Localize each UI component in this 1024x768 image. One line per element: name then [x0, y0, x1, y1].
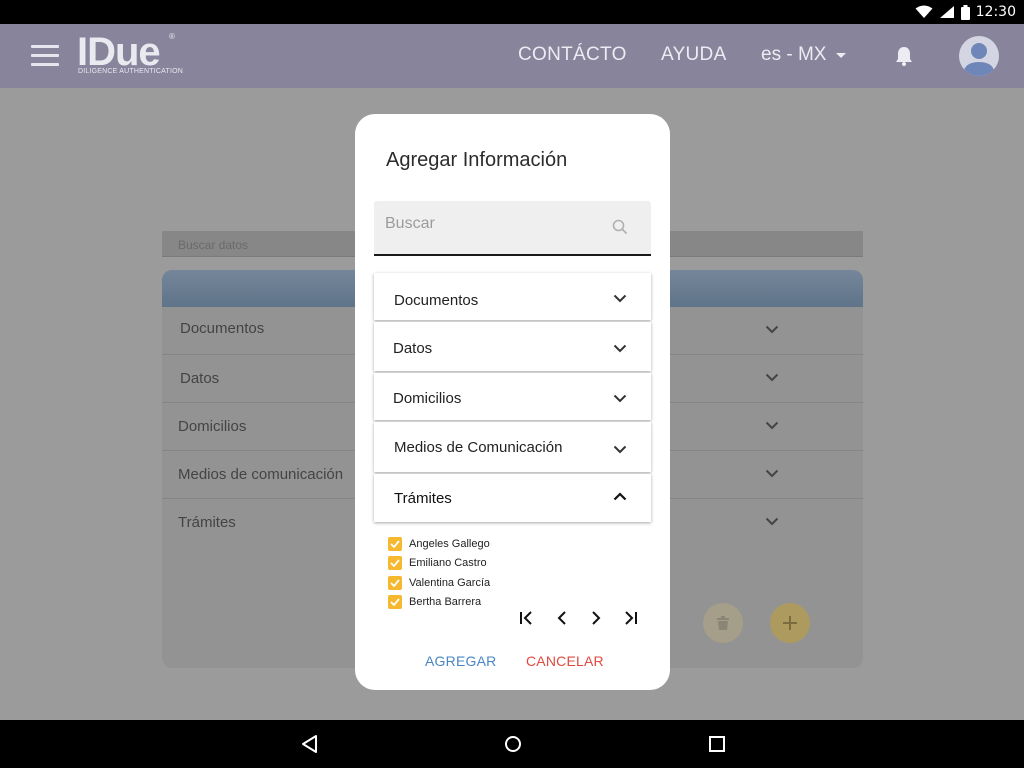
list-item-label: Emiliano Castro [409, 557, 487, 570]
section-datos[interactable]: Datos [374, 322, 651, 371]
list-item-label: Angeles Gallego [409, 537, 490, 550]
checkbox-checked[interactable] [388, 536, 402, 551]
search-input[interactable] [385, 212, 605, 236]
search-icon[interactable] [612, 219, 628, 235]
language-selector[interactable]: es - MX [761, 44, 847, 66]
avatar-icon[interactable] [959, 36, 999, 76]
background-row-label: Domicilios [178, 418, 247, 435]
dialog-title: Agregar Información [386, 149, 568, 171]
clock: 12:30 [975, 4, 1016, 20]
pagination [515, 610, 645, 630]
chevron-up-icon[interactable] [613, 492, 627, 501]
list-item-label: Valentina García [409, 576, 491, 589]
chevron-down-icon [765, 373, 779, 382]
chevron-down-icon[interactable] [613, 394, 627, 403]
last-page-icon[interactable] [622, 610, 638, 626]
list-item-label: Bertha Barrera [409, 596, 482, 609]
nav-link-help[interactable]: AYUDA [661, 44, 727, 66]
section-label: Medios de Comunicación [394, 439, 563, 456]
section-documentos[interactable]: Documentos [374, 273, 651, 320]
tramites-item-list: Angeles Gallego Emiliano Castro Valentin… [388, 534, 490, 612]
checkbox-checked[interactable] [388, 556, 402, 571]
section-label: Documentos [394, 292, 479, 309]
list-item[interactable]: Valentina García [388, 573, 490, 593]
check-icon [390, 579, 400, 587]
chevron-down-icon [836, 52, 847, 58]
section-label: Domicilios [393, 390, 462, 407]
recents-icon[interactable] [707, 734, 727, 754]
wifi-icon [915, 5, 933, 18]
status-bar: 12:30 [0, 0, 1024, 24]
checkbox-checked[interactable] [388, 575, 402, 590]
list-item[interactable]: Emiliano Castro [388, 554, 490, 574]
section-medios-de-comunicacion[interactable]: Medios de Comunicación [374, 422, 651, 472]
section-domicilios[interactable]: Domicilios [374, 373, 651, 420]
background-row-label: Medios de comunicación [178, 466, 344, 483]
app-bar: IDue ® DILIGENCE AUTHENTICATION CONTÁCTO… [0, 24, 1024, 88]
battery-icon [960, 4, 970, 20]
add-button[interactable]: AGREGAR [425, 653, 496, 669]
section-label: Trámites [394, 490, 452, 507]
next-page-icon[interactable] [589, 610, 603, 626]
chevron-down-icon[interactable] [613, 344, 627, 353]
logo: IDue ® DILIGENCE AUTHENTICATION [77, 32, 187, 78]
chevron-down-icon [765, 469, 779, 478]
list-item[interactable]: Angeles Gallego [388, 534, 490, 554]
prev-page-icon[interactable] [555, 610, 569, 626]
chevron-down-icon[interactable] [613, 294, 627, 303]
registered-mark: ® [169, 32, 175, 41]
nav-link-contact[interactable]: CONTÁCTO [518, 44, 627, 66]
chevron-down-icon [765, 517, 779, 526]
background-row-label: Documentos [180, 320, 265, 337]
logo-tagline: DILIGENCE AUTHENTICATION [78, 68, 184, 75]
check-icon [390, 540, 400, 548]
first-page-icon[interactable] [519, 610, 535, 626]
background-row-label: Trámites [178, 514, 236, 531]
check-icon [390, 598, 400, 607]
cellular-signal-icon [939, 6, 954, 18]
section-tramites[interactable]: Trámites [374, 474, 651, 522]
background-search-placeholder: Buscar datos [178, 238, 249, 252]
chevron-down-icon[interactable] [613, 445, 627, 454]
background-row-label: Datos [180, 370, 220, 387]
chevron-down-icon [765, 421, 779, 430]
back-icon[interactable] [301, 734, 319, 754]
chevron-down-icon [765, 325, 779, 334]
bell-icon[interactable] [893, 45, 915, 67]
language-label: es - MX [761, 44, 827, 65]
system-nav-bar [0, 720, 1024, 768]
check-icon [390, 559, 400, 568]
list-item[interactable]: Bertha Barrera [388, 593, 490, 613]
section-label: Datos [393, 340, 433, 357]
home-icon[interactable] [503, 734, 523, 754]
add-information-dialog: Agregar Información Documentos Datos Dom… [355, 114, 670, 690]
delete-icon [703, 603, 743, 643]
cancel-button[interactable]: CANCELAR [526, 653, 604, 669]
menu-icon[interactable] [31, 45, 59, 67]
add-icon [770, 603, 810, 643]
dialog-search-field[interactable] [374, 201, 651, 256]
checkbox-checked[interactable] [388, 595, 402, 610]
